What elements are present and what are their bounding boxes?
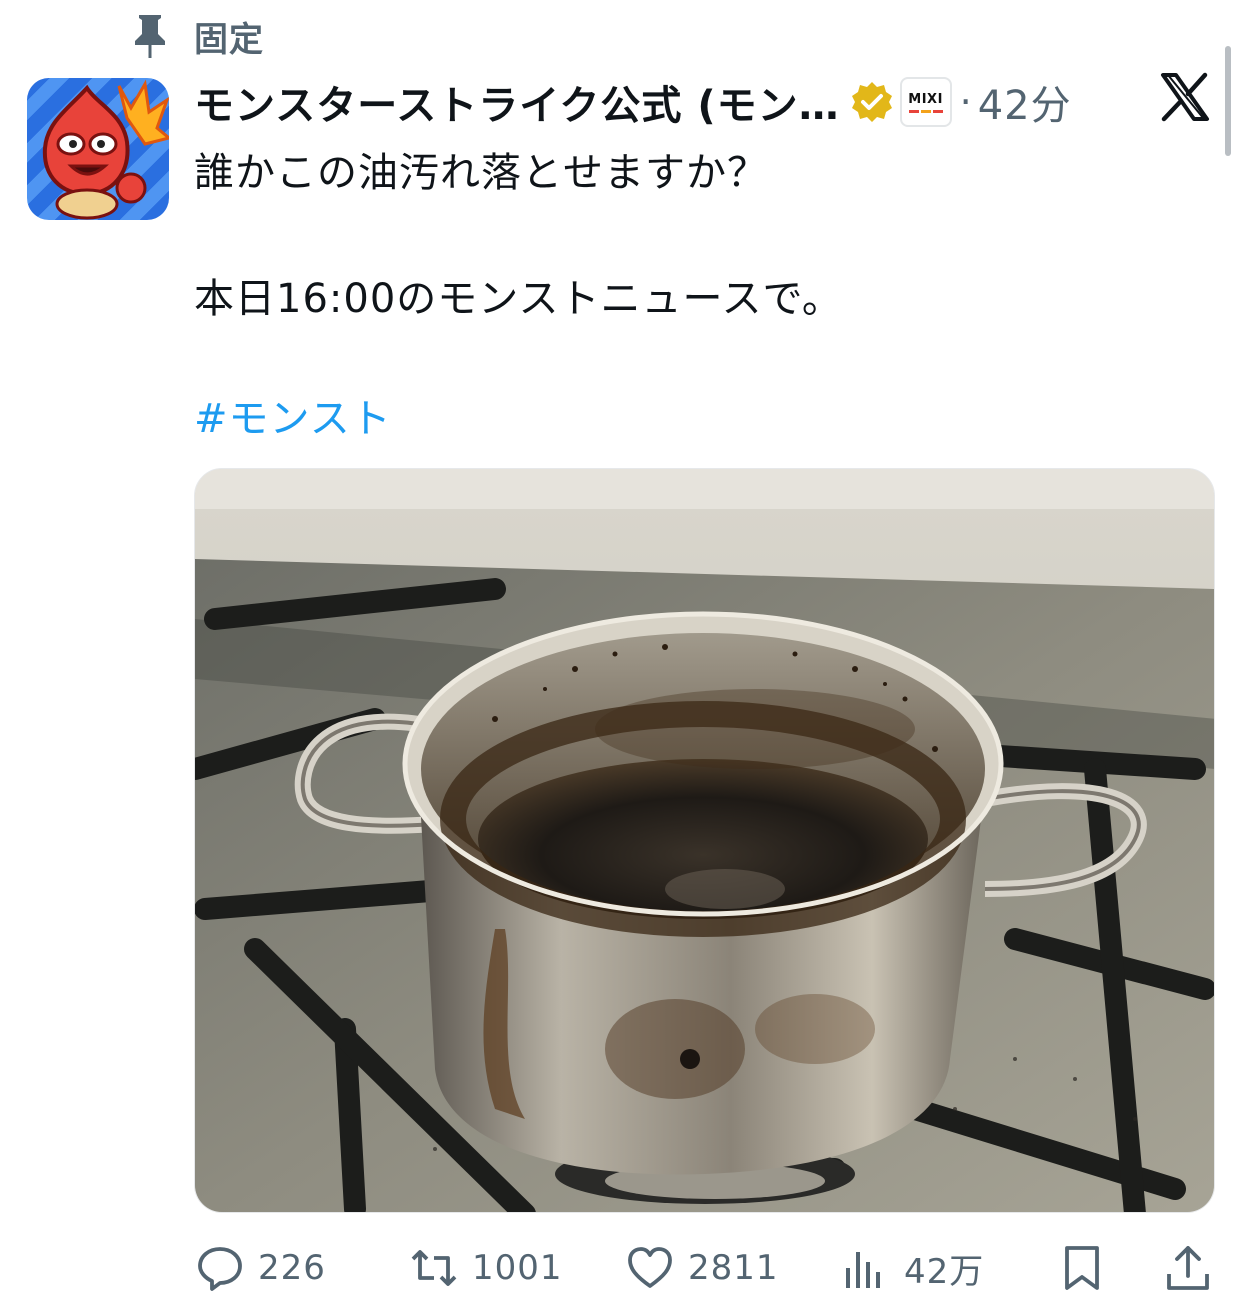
- like-count: 2811: [688, 1248, 779, 1288]
- like-button[interactable]: 2811: [626, 1236, 779, 1300]
- pinned-label: 固定: [194, 19, 264, 60]
- reply-bubble-icon: [198, 1247, 242, 1291]
- bookmark-icon: [1065, 1246, 1099, 1290]
- repost-button[interactable]: 1001: [410, 1236, 563, 1300]
- affiliate-badge[interactable]: MIXI: [899, 77, 952, 127]
- verified-gold-badge-icon[interactable]: [850, 80, 894, 124]
- timestamp[interactable]: 42分: [978, 73, 1072, 131]
- pin-icon: [135, 15, 165, 58]
- tweet-media-image[interactable]: [194, 468, 1215, 1213]
- pinned-indicator: 固定: [132, 10, 264, 62]
- x-logo-icon: [1161, 72, 1209, 122]
- hashtag-link[interactable]: #モンスト: [194, 386, 392, 444]
- bookmark-button[interactable]: [1058, 1236, 1106, 1300]
- scrollbar[interactable]: [1225, 46, 1231, 156]
- burnt-pot-photo: [195, 469, 1214, 1212]
- tweet-text-line: 誰かこの油汚れ落とせますか？: [194, 150, 768, 196]
- heart-icon: [628, 1247, 672, 1288]
- share-upload-icon: [1167, 1246, 1209, 1290]
- action-bar: 226 1001 2811 42万: [0, 1236, 1242, 1300]
- repost-arrows-icon: [411, 1250, 457, 1286]
- tweet-card: 固定 モンスターストライク公式 (モン… MIXI · 42分 誰かこの油汚れ落…: [0, 0, 1242, 1316]
- affiliate-badge-stripe: [908, 109, 943, 113]
- tweet-text-line: 本日16:00のモンストニュースで。: [194, 276, 843, 322]
- view-count: 42万: [904, 1251, 985, 1292]
- reply-button[interactable]: 226: [196, 1236, 326, 1300]
- bar-chart-icon: [846, 1252, 880, 1288]
- tweet-header: モンスターストライク公式 (モン… MIXI · 42分: [194, 70, 1072, 134]
- avatar-character-image: [42, 79, 169, 220]
- repost-count: 1001: [472, 1248, 563, 1288]
- reply-count: 226: [258, 1248, 326, 1288]
- affiliate-badge-text: MIXI: [908, 91, 943, 107]
- views-button[interactable]: 42万: [842, 1236, 984, 1300]
- share-button[interactable]: [1164, 1236, 1212, 1300]
- author-display-name[interactable]: モンスターストライク公式 (モン…: [194, 73, 840, 131]
- avatar[interactable]: [27, 78, 169, 220]
- meta-separator: ·: [959, 80, 972, 124]
